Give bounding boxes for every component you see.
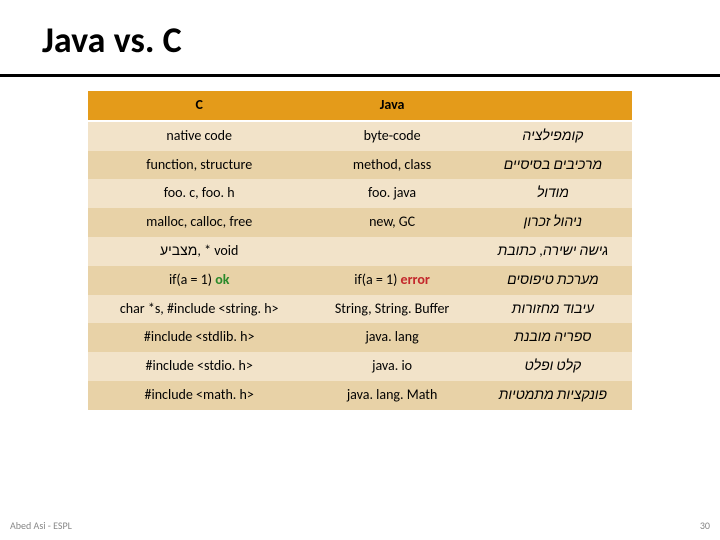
cell-topic: מודול: [474, 179, 632, 208]
error-flag: error: [401, 271, 430, 288]
col-header-c: C: [88, 91, 310, 121]
cell-topic: מרכיבים בסיסיים: [474, 151, 632, 180]
slide-number: 30: [700, 519, 710, 532]
col-header-topic: [474, 91, 632, 121]
cell-c: #include <math. h>: [88, 381, 310, 410]
comparison-table-wrap: C Java native code byte-code קומפילציה f…: [88, 91, 632, 410]
cell-c: #include <stdio. h>: [88, 352, 310, 381]
table-header-row: C Java: [88, 91, 632, 121]
footer-author: Abed Asi - ESPL: [10, 519, 72, 532]
cell-topic: גישה ישירה, כתובת: [474, 237, 632, 266]
slide-title: Java vs. C: [0, 0, 720, 77]
table-row: מצביע, * void גישה ישירה, כתובת: [88, 237, 632, 266]
table-row: malloc, calloc, free new, GC ניהול זכרון: [88, 208, 632, 237]
comparison-table: C Java native code byte-code קומפילציה f…: [88, 91, 632, 410]
cell-java: new, GC: [310, 208, 473, 237]
cell-java-prefix: if(a = 1): [354, 271, 400, 288]
cell-java: String, String. Buffer: [310, 295, 473, 324]
cell-topic: מערכת טיפוסים: [474, 266, 632, 295]
slide: Java vs. C C Java native code byte-code …: [0, 0, 720, 540]
cell-c: #include <stdlib. h>: [88, 323, 310, 352]
cell-c-prefix: if(a = 1): [169, 271, 215, 288]
cell-java: java. io: [310, 352, 473, 381]
cell-c: malloc, calloc, free: [88, 208, 310, 237]
cell-c: foo. c, foo. h: [88, 179, 310, 208]
cell-topic: פונקציות מתמטיות: [474, 381, 632, 410]
cell-java: java. lang: [310, 323, 473, 352]
cell-topic: קלט ופלט: [474, 352, 632, 381]
table-row: char *s, #include <string. h> String, St…: [88, 295, 632, 324]
ok-flag: ok: [215, 271, 229, 288]
table-row: #include <stdio. h> java. io קלט ופלט: [88, 352, 632, 381]
table-row: native code byte-code קומפילציה: [88, 121, 632, 151]
cell-java: method, class: [310, 151, 473, 180]
table-row: function, structure method, class מרכיבי…: [88, 151, 632, 180]
cell-java: byte-code: [310, 121, 473, 151]
cell-topic: עיבוד מחזורות: [474, 295, 632, 324]
cell-c: function, structure: [88, 151, 310, 180]
cell-c: native code: [88, 121, 310, 151]
cell-c: char *s, #include <string. h>: [88, 295, 310, 324]
table-row: foo. c, foo. h foo. java מודול: [88, 179, 632, 208]
table-row: if(a = 1) ok if(a = 1) error מערכת טיפוס…: [88, 266, 632, 295]
cell-c: מצביע, * void: [88, 237, 310, 266]
table-row: #include <math. h> java. lang. Math פונק…: [88, 381, 632, 410]
cell-c: if(a = 1) ok: [88, 266, 310, 295]
cell-java: foo. java: [310, 179, 473, 208]
table-row: #include <stdlib. h> java. lang ספריה מו…: [88, 323, 632, 352]
cell-topic: קומפילציה: [474, 121, 632, 151]
cell-java: if(a = 1) error: [310, 266, 473, 295]
cell-topic: ספריה מובנת: [474, 323, 632, 352]
cell-java: [310, 237, 473, 266]
col-header-java: Java: [310, 91, 473, 121]
cell-topic: ניהול זכרון: [474, 208, 632, 237]
cell-java: java. lang. Math: [310, 381, 473, 410]
